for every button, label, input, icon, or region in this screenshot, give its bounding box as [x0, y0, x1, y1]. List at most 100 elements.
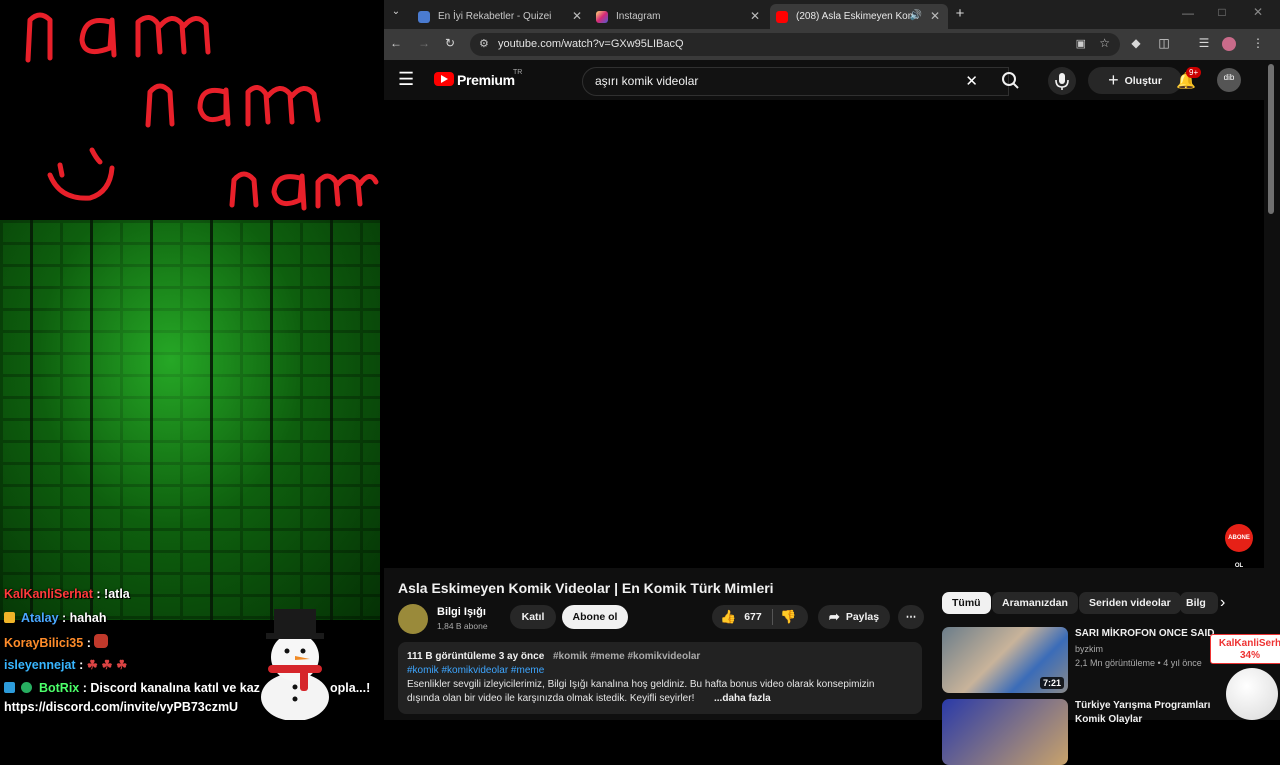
description-box[interactable]: 111 B görüntüleme 3 ay önce #komik #meme…: [398, 642, 922, 714]
omnibox[interactable]: ⚙ youtube.com/watch?v=GXw95LIBacQ ▣ ☆: [470, 33, 1120, 56]
microphone-icon: [1055, 73, 1069, 90]
clear-search-icon[interactable]: ✕: [965, 72, 978, 90]
share-label: Paylaş: [845, 611, 880, 623]
description-line: Esenlikler sevgili izleyicilerimiz, Bilg…: [407, 679, 875, 690]
chip-from-search[interactable]: Aramanızdan: [992, 592, 1078, 614]
chat-username: KalKanliSerhat: [4, 587, 93, 601]
tab-search-chevron-icon[interactable]: ⌄: [388, 6, 404, 17]
share-icon: ➦: [828, 609, 840, 624]
browser-window: ⌄ En İyi Rekabetler - Quizei ✕ Instagram…: [384, 0, 1280, 765]
search-button[interactable]: [990, 67, 1030, 94]
chip-bilgi[interactable]: Bilg: [1180, 592, 1218, 614]
donation-percent: 34%: [1239, 650, 1260, 661]
voice-search-button[interactable]: [1048, 67, 1076, 95]
hamburger-menu-icon[interactable]: ☰: [398, 70, 414, 88]
more-actions-button[interactable]: ⋯: [898, 605, 924, 629]
chat-line: KorayBilici35 :: [4, 634, 111, 650]
install-app-icon[interactable]: ▣: [1076, 37, 1086, 50]
related-title[interactable]: SARI MİKROFON ONCE SAID: [1075, 628, 1214, 639]
search-input[interactable]: aşırı komik videolar: [595, 74, 698, 88]
join-button[interactable]: Katıl: [510, 605, 556, 629]
hashtag-links[interactable]: #komik #komikvideolar #meme: [407, 664, 544, 678]
share-button[interactable]: ➦ Paylaş: [818, 605, 890, 629]
chips-next-chevron-icon[interactable]: ›: [1220, 594, 1225, 612]
verified-badge-icon: [21, 682, 33, 693]
minimize-icon[interactable]: —: [1180, 6, 1196, 20]
related-channel[interactable]: byzkim: [1075, 644, 1103, 654]
channel-name[interactable]: Bilgi Işığı: [437, 606, 486, 618]
bookmark-star-icon[interactable]: ☆: [1099, 36, 1110, 50]
extension-diamond-icon[interactable]: ◆: [1128, 36, 1144, 50]
create-button[interactable]: + Oluştur: [1088, 67, 1182, 94]
youtube-favicon-icon: [776, 10, 788, 23]
chat-line: Atalay : hahah: [4, 611, 106, 625]
close-window-icon[interactable]: ✕: [1250, 5, 1266, 19]
media-control-icon[interactable]: ☰: [1196, 36, 1212, 50]
youtube-logo-icon[interactable]: [434, 72, 454, 86]
related-meta: 2,1 Mn görüntüleme • 4 yıl önce: [1075, 658, 1202, 668]
channel-avatar[interactable]: [398, 604, 428, 634]
forward-icon[interactable]: →: [416, 36, 432, 50]
tab-quizei[interactable]: En İyi Rekabetler - Quizei ✕: [410, 4, 590, 29]
close-tab-icon[interactable]: ✕: [930, 9, 940, 23]
chip-label: Tümü: [952, 597, 981, 609]
plus-icon: +: [1108, 70, 1119, 90]
avatar-text: dib: [1223, 73, 1235, 82]
extensions-puzzle-icon[interactable]: ◫: [1156, 36, 1172, 50]
snowman-icon: [261, 609, 329, 720]
doodle-svg: [25, 12, 379, 211]
close-tab-icon[interactable]: ✕: [750, 9, 760, 23]
maximize-icon[interactable]: □: [1214, 5, 1230, 19]
chat-message: :: [79, 658, 84, 672]
create-label: Oluştur: [1124, 74, 1162, 87]
like-icon[interactable]: 👍: [720, 609, 736, 625]
related-title[interactable]: Türkiye Yarışma Programları: [1075, 700, 1210, 711]
new-tab-plus-icon[interactable]: +: [952, 5, 968, 22]
tab-instagram[interactable]: Instagram ✕: [590, 4, 768, 29]
subscribe-watermark[interactable]: ABONE OL: [1225, 524, 1253, 569]
more-icon: ⋯: [905, 611, 917, 623]
reload-icon[interactable]: ↻: [442, 36, 458, 50]
chip-series[interactable]: Seriden videolar: [1079, 592, 1181, 614]
divider: [772, 609, 773, 625]
show-more-link[interactable]: ...daha fazla: [714, 692, 771, 706]
subscribe-button[interactable]: Abone ol: [562, 605, 628, 629]
browser-menu-icon[interactable]: ⋮: [1250, 36, 1266, 50]
close-tab-icon[interactable]: ✕: [572, 9, 582, 23]
tab-title: (208) Asla Eskimeyen Komi: [796, 11, 919, 22]
profile-avatar[interactable]: [1222, 37, 1236, 51]
search-icon: [1002, 72, 1019, 89]
chat-message: : !atla: [96, 587, 130, 601]
related-thumbnail[interactable]: [942, 699, 1068, 765]
related-thumbnail[interactable]: 7:21: [942, 627, 1068, 693]
snowball-icon: [1226, 668, 1278, 720]
tab-bar: ⌄ En İyi Rekabetler - Quizei ✕ Instagram…: [384, 0, 1280, 29]
tab-youtube[interactable]: (208) Asla Eskimeyen Komi 🔊 ✕: [770, 4, 948, 29]
dislike-icon[interactable]: 👎: [780, 609, 796, 625]
view-count-date: 111 B görüntüleme 3 ay önce: [407, 651, 545, 662]
page-scrollbar[interactable]: [1268, 64, 1274, 214]
chat-line: BotRix : Discord kanalına katıl ve kaz: [4, 681, 260, 695]
like-count[interactable]: 677: [744, 611, 762, 623]
chat-message: : Discord kanalına katıl ve kaz: [82, 681, 260, 695]
chat-line: isleyennejat : ☘ ☘ ☘: [4, 657, 127, 672]
account-avatar[interactable]: dib: [1217, 68, 1241, 92]
site-info-icon[interactable]: ⚙: [479, 37, 489, 50]
video-player[interactable]: ABONE OL: [384, 100, 1264, 569]
youtube-logo-text: Premium: [457, 72, 515, 88]
like-dislike-group: 👍 677 👎: [712, 605, 808, 629]
chat-username: KorayBilici35: [4, 636, 84, 650]
chat-line: https://discord.com/invite/vyPB73czmU: [4, 700, 238, 714]
url-text[interactable]: youtube.com/watch?v=GXw95LIBacQ: [498, 38, 684, 50]
video-title: Asla Eskimeyen Komik Videolar | En Komik…: [398, 580, 774, 596]
search-box[interactable]: aşırı komik videolar ✕: [582, 67, 1009, 96]
brick-wall-background: [0, 220, 380, 620]
quizei-favicon-icon: [418, 10, 430, 23]
chat-message: :: [86, 636, 91, 650]
back-icon[interactable]: ←: [388, 36, 404, 50]
country-code: TR: [513, 69, 523, 76]
speaker-icon[interactable]: 🔊: [910, 10, 922, 21]
chip-all[interactable]: Tümü: [942, 592, 991, 614]
chat-line: KalKanliSerhat : !atla: [4, 587, 130, 601]
join-label: Katıl: [521, 611, 545, 623]
